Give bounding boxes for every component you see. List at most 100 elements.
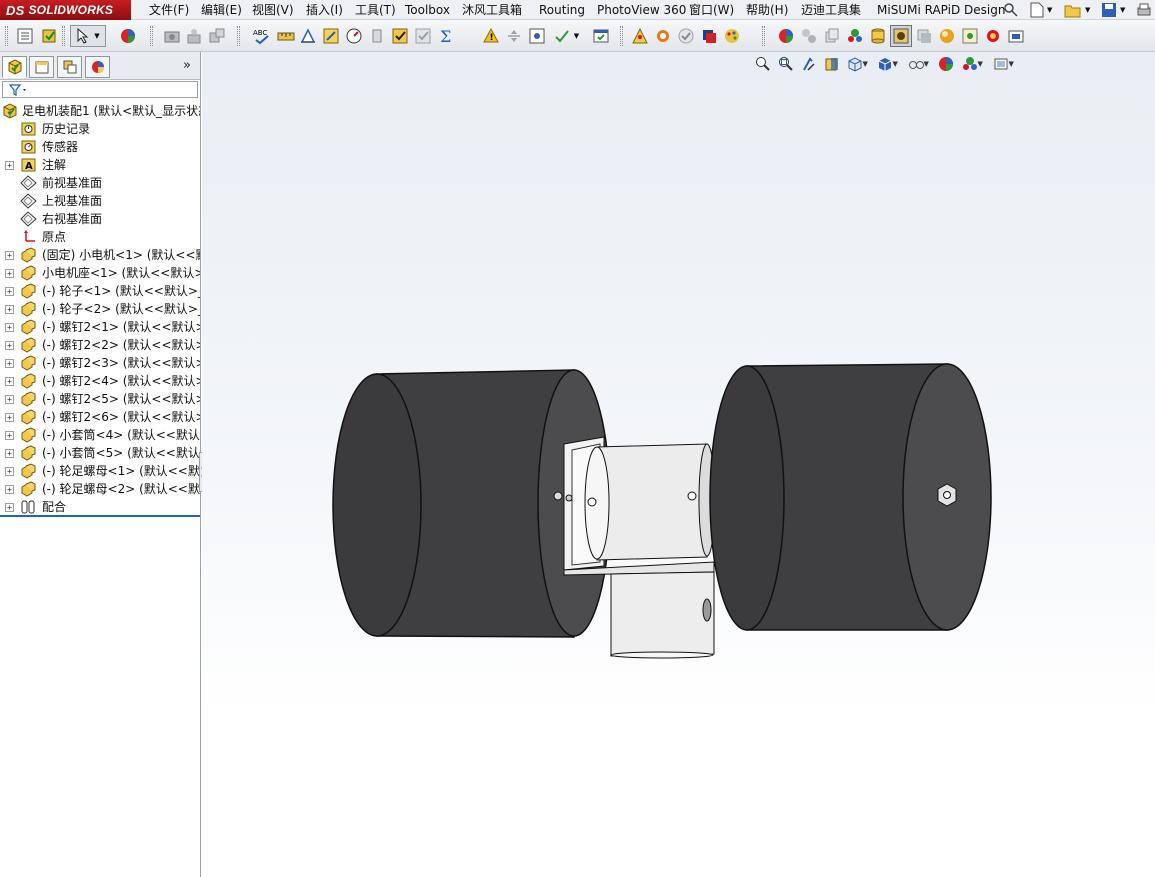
tree-item[interactable]: + (-) 轮足螺母<1> (默认<<默认>_显示状态 1>) [0,462,200,480]
rendering-icon[interactable] [629,25,651,47]
tree-item[interactable]: + 小电机座<1> (默认<<默认>_显示状态 1>) [0,264,200,282]
tree-item[interactable]: + (-) 螺钉2<6> (默认<<默认>_显示状态 1>) [0,408,200,426]
new-document-icon[interactable]: ▼ [1030,1,1052,19]
tree-item[interactable]: + (-) 螺钉2<2> (默认<<默认>_显示状态 1>) [0,336,200,354]
database-icon[interactable] [867,25,889,47]
tree-item[interactable]: 传感器 [0,138,200,156]
expand-toggle-icon[interactable]: + [5,413,14,422]
tree-item[interactable]: + (-) 轮子<2> (默认<<默认>_显示状态 1>) [0,300,200,318]
expand-toggle-icon[interactable]: + [5,341,14,350]
expand-toggle-icon[interactable]: + [5,395,14,404]
tree-item[interactable]: + (-) 小套筒<5> (默认<<默认>_显示状态 1>) [0,444,200,462]
menu-toolbox[interactable]: Toolbox [405,0,450,20]
copy-component-icon[interactable] [821,25,843,47]
tree-item[interactable]: 前视基准面 [0,174,200,192]
menu-misumi[interactable]: MiSUMi RAPiD Design [877,0,1005,20]
tree-item[interactable]: + (-) 螺钉2<3> (默认<<默认>_显示状态 1>) [0,354,200,372]
approve-icon[interactable] [675,25,697,47]
expand-toggle-icon[interactable]: + [5,251,14,260]
rebuild-icon[interactable] [38,25,60,47]
tree-item[interactable]: + (-) 螺钉2<4> (默认<<默认>_显示状态 1>) [0,372,200,390]
check-sheet-icon[interactable] [590,25,612,47]
expand-toggle-icon[interactable]: + [5,503,14,512]
panel-expand-chevron-icon[interactable]: » [183,58,191,73]
equations-icon[interactable]: Σ [435,25,457,47]
filter-icon[interactable] [9,84,29,96]
tab-feature-manager[interactable] [2,56,27,78]
wheel-right[interactable] [709,363,992,631]
scene-icon[interactable] [844,25,866,47]
check-disabled-icon[interactable] [412,25,434,47]
palette-icon[interactable] [721,25,743,47]
menu-tools[interactable]: 工具(T) [355,0,396,20]
expand-toggle-icon[interactable]: + [5,323,14,332]
compare-documents-icon[interactable]: ▼ [549,25,583,47]
menu-help[interactable]: 帮助(H) [746,0,788,20]
sensor-tool-icon[interactable] [183,25,205,47]
save-icon[interactable]: ▼ [1101,1,1125,19]
expand-toggle-icon[interactable]: + [5,359,14,368]
tab-property-manager[interactable] [29,56,54,78]
expand-toggle-icon[interactable]: + [5,377,14,386]
menu-mufeng-toolbox[interactable]: 沐风工具箱 [462,0,522,20]
menu-maidi-tools[interactable]: 迈迪工具集 [801,0,861,20]
expand-toggle-icon[interactable]: + [5,431,14,440]
lights-icon[interactable] [982,25,1004,47]
motor-body[interactable] [584,443,716,561]
hole-alignment-icon[interactable] [526,25,548,47]
ambient-occlusion-icon[interactable] [936,25,958,47]
rollback-bar[interactable] [0,515,200,517]
toolbar-grip[interactable] [5,26,8,46]
clearance-icon[interactable] [503,25,525,47]
tree-item[interactable]: + (-) 轮子<1> (默认<<默认>_显示状态 1>) [0,282,200,300]
assembly-model[interactable] [202,52,1155,877]
expand-toggle-icon[interactable]: + [5,287,14,296]
menu-view[interactable]: 视图(V) [252,0,294,20]
tree-item[interactable]: 上视基准面 [0,192,200,210]
expand-toggle-icon[interactable]: + [5,305,14,314]
stop-icon[interactable] [698,25,720,47]
measure-icon[interactable] [275,25,297,47]
tree-root-assembly[interactable]: 足电机装配1 (默认<默认_显示状态-1>) [0,102,200,120]
spell-check-icon[interactable]: ABC [251,25,273,47]
interference-warning-icon[interactable]: ! [480,25,502,47]
print-icon[interactable] [1136,1,1152,19]
menu-edit[interactable]: 编辑(E) [201,0,242,20]
check-entity-icon[interactable] [366,25,388,47]
filter-bar[interactable] [2,81,198,98]
tree-item[interactable]: + (-) 轮足螺母<2> (默认<<默认>_显示状态 1>) [0,480,200,498]
tree-item[interactable]: + (-) 螺钉2<5> (默认<<默认>_显示状态 1>) [0,390,200,408]
menu-insert[interactable]: 插入(I) [306,0,343,20]
solidworks-logo[interactable]: DS SOLIDWORKS [0,0,131,20]
tree-item[interactable]: + A 注解 [0,156,200,174]
tree-item[interactable]: + (固定) 小电机<1> (默认<<默认>_显示状态 1>) [0,246,200,264]
expand-toggle-icon[interactable]: + [5,269,14,278]
check-icon[interactable] [389,25,411,47]
tree-item[interactable]: + (-) 小套筒<4> (默认<<默认>_显示状态 1>) [0,426,200,444]
tree-item[interactable]: 原点 [0,228,200,246]
shadows-icon[interactable] [913,25,935,47]
motor-base-block[interactable] [610,571,715,659]
camera-icon[interactable] [161,25,183,47]
appearance-edit-icon[interactable] [775,25,797,47]
tree-item[interactable]: 历史记录 [0,120,200,138]
expand-toggle-icon[interactable]: + [5,161,14,170]
decal-icon[interactable] [959,25,981,47]
menu-file[interactable]: 文件(F) [149,0,189,20]
performance-icon[interactable] [343,25,365,47]
tab-display-manager[interactable] [85,56,110,78]
select-pointer-button[interactable]: ▼ [70,25,106,47]
tree-item[interactable]: 右视基准面 [0,210,200,228]
tree-item[interactable]: + (-) 螺钉2<1> (默认<<默认>_显示状态 1>) [0,318,200,336]
components-icon[interactable] [798,25,820,47]
menu-photoview[interactable]: PhotoView 360 [597,0,686,20]
explode-icon[interactable] [652,25,674,47]
realview-toggle-icon[interactable] [890,25,912,47]
appearance-icon[interactable] [117,25,139,47]
graphics-area[interactable]: ▼ ▼ ▼ ▼ ▼ [202,52,1155,877]
material-icon[interactable] [1005,25,1027,47]
mass-properties-icon[interactable] [297,25,319,47]
properties-icon[interactable] [14,25,36,47]
expand-toggle-icon[interactable]: + [5,449,14,458]
assembly-tool-icon[interactable] [206,25,228,47]
